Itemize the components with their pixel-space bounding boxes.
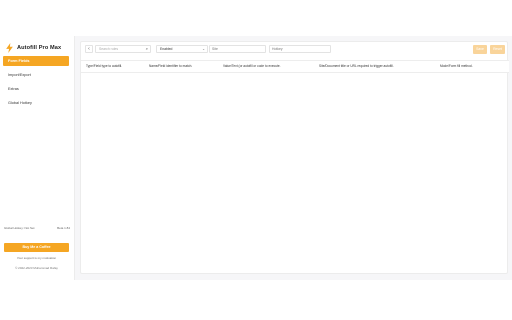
sidebar-item-import-export[interactable]: Import/Export: [3, 70, 69, 80]
back-button[interactable]: ‹: [85, 45, 93, 53]
sidebar-nav: Form Fields Import/Export Extras Global …: [3, 56, 69, 112]
reset-button[interactable]: Reset: [490, 45, 505, 54]
status-select-value: Enabled: [160, 47, 173, 51]
app-title: Autofill Pro Max: [17, 45, 62, 51]
column-header-name[interactable]: Name/Field identifier to match.: [149, 61, 192, 72]
sidebar-item-form-fields[interactable]: Form Fields: [3, 56, 69, 66]
search-input[interactable]: Search rules ⌕: [95, 45, 151, 53]
footer-info-row: Global Hotkey: Not Set Beta 1.84: [4, 226, 70, 230]
sidebar-item-extras[interactable]: Extras: [3, 84, 69, 94]
brand: Autofill Pro Max: [5, 42, 61, 54]
search-placeholder: Search rules: [99, 47, 119, 51]
search-icon: ⌕: [145, 46, 148, 51]
buy-me-a-coffee-button[interactable]: Buy Me a Coffee: [4, 243, 69, 252]
table-header: Type/Field type to autofill. Name/Field …: [81, 60, 509, 73]
support-text: Your support is my motivation: [16, 256, 57, 260]
status-select[interactable]: Enabled ⌄: [156, 45, 208, 53]
lightning-bolt-icon: [6, 43, 13, 53]
toolbar: ‹ Search rules ⌕ Enabled ⌄ Site Hotkey S…: [81, 42, 509, 56]
version-label: Beta 1.84: [57, 226, 70, 230]
save-button[interactable]: Save: [473, 45, 487, 54]
rules-table: Type/Field type to autofill. Name/Field …: [81, 60, 509, 73]
global-hotkey-status: Global Hotkey: Not Set: [4, 226, 35, 230]
column-header-type[interactable]: Type/Field type to autofill.: [86, 61, 122, 72]
copyright-text: © 2022-2023 Muhammad Rafay: [15, 266, 58, 270]
column-header-mode[interactable]: Mode/Form fill method.: [440, 61, 473, 72]
hotkey-input[interactable]: Hotkey: [269, 45, 331, 53]
column-header-site[interactable]: Site/Document title or URL required to t…: [319, 61, 394, 72]
chevron-down-icon: ⌄: [202, 47, 205, 51]
site-input[interactable]: Site: [209, 45, 266, 53]
sidebar-item-global-hotkey[interactable]: Global Hotkey: [3, 98, 69, 108]
column-header-value[interactable]: Value/Text (or autofill or code to execu…: [223, 61, 281, 72]
app-window: Autofill Pro Max Form Fields Import/Expo…: [0, 36, 512, 280]
sidebar: Autofill Pro Max Form Fields Import/Expo…: [0, 36, 75, 280]
main-panel: ‹ Search rules ⌕ Enabled ⌄ Site Hotkey S…: [80, 41, 509, 274]
